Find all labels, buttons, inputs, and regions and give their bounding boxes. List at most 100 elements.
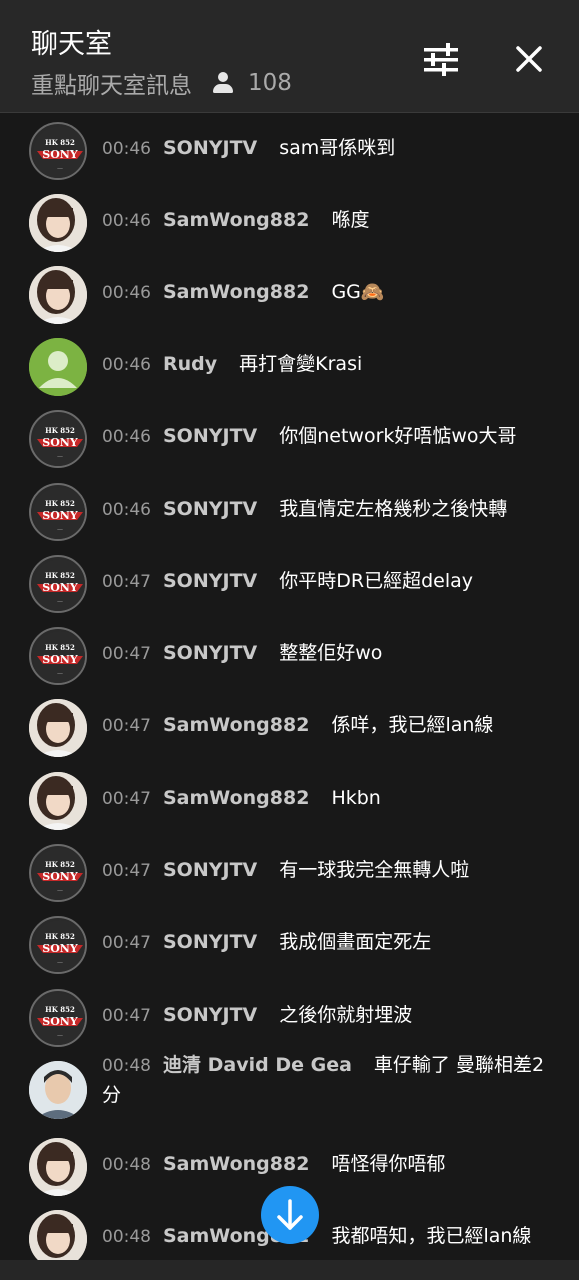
message-text: 係咩，我已經lan線 (331, 714, 494, 736)
message-author[interactable]: 迪清 David De Gea (163, 1054, 352, 1076)
message-time: 00:46 (102, 139, 151, 159)
avatar[interactable]: HK 852 SONY — (29, 844, 87, 902)
message-author[interactable]: SamWong882 (163, 281, 309, 303)
avatar[interactable]: HK 852 SONY — (29, 555, 87, 613)
svg-text:HK 852: HK 852 (45, 426, 75, 435)
message-line: 00:48 SamWong882 唔怪得你唔郁 (102, 1150, 559, 1180)
svg-text:HK 852: HK 852 (45, 1005, 75, 1014)
avatar[interactable] (29, 772, 87, 830)
sony-logo-icon: HK 852SONY — (33, 993, 85, 1045)
message-line: 00:46 SONYJTV sam哥係咪到 (102, 134, 559, 164)
avatar[interactable] (29, 266, 87, 324)
svg-text:—: — (57, 165, 63, 172)
avatar[interactable] (29, 194, 87, 252)
svg-text:—: — (57, 453, 63, 460)
sony-logo-icon: HK 852SONY — (33, 126, 85, 178)
message-author[interactable]: SamWong882 (163, 209, 309, 231)
message-text: 你個network好唔惦wo大哥 (279, 425, 517, 447)
message-author[interactable]: SONYJTV (163, 498, 257, 520)
message-author[interactable]: SONYJTV (163, 1004, 257, 1026)
sony-logo-icon: HK 852SONY — (33, 631, 85, 683)
message-text: GG🙈 (331, 281, 385, 303)
chat-title: 聊天室 (31, 29, 112, 60)
user-photo-icon (29, 266, 87, 324)
message-line: 00:46 SONYJTV 我直情定左格幾秒之後快轉 (102, 495, 559, 525)
user-photo-icon (29, 1138, 87, 1196)
chat-mode-label[interactable]: 重點聊天室訊息 (31, 66, 192, 100)
sony-logo-icon: HK 852SONY — (33, 848, 85, 900)
message-text: 唔怪得你唔郁 (331, 1153, 446, 1175)
avatar[interactable]: HK 852 SONY — (29, 122, 87, 180)
message-author[interactable]: SONYJTV (163, 931, 257, 953)
message-author[interactable]: SONYJTV (163, 425, 257, 447)
svg-text:HK 852: HK 852 (45, 643, 75, 652)
avatar[interactable]: HK 852 SONY — (29, 989, 87, 1047)
message-time: 00:47 (102, 572, 151, 592)
sony-logo-icon: HK 852SONY — (33, 559, 85, 611)
sony-logo-icon: HK 852SONY — (33, 920, 85, 972)
message-author[interactable]: SONYJTV (163, 642, 257, 664)
svg-text:—: — (57, 598, 63, 605)
sony-logo-icon: HK 852SONY — (33, 414, 85, 466)
message-text: 你平時DR已經超delay (279, 570, 473, 592)
svg-text:SONY: SONY (42, 436, 78, 449)
default-avatar-icon (29, 338, 87, 396)
avatar[interactable] (29, 1138, 87, 1196)
message-time: 00:46 (102, 355, 151, 375)
svg-text:—: — (57, 959, 63, 966)
avatar[interactable] (29, 699, 87, 757)
message-time: 00:47 (102, 789, 151, 809)
message-time: 00:47 (102, 861, 151, 881)
svg-text:HK 852: HK 852 (45, 860, 75, 869)
message-text: 我直情定左格幾秒之後快轉 (279, 498, 508, 520)
avatar[interactable]: HK 852 SONY — (29, 627, 87, 685)
chat-mode-subtitle: 重點聊天室訊息 108 (31, 66, 292, 100)
message-text: 我都唔知，我已經lan線 (331, 1225, 532, 1247)
message-author[interactable]: SONYJTV (163, 137, 257, 159)
svg-text:SONY: SONY (42, 581, 78, 594)
close-icon[interactable] (510, 40, 548, 78)
message-text: 整整佢好wo (279, 642, 383, 664)
message-time: 00:47 (102, 644, 151, 664)
tune-icon[interactable] (422, 42, 460, 78)
message-line: 00:48 迪清 David De Gea 車仔輸了 曼聯相差2分 (102, 1051, 559, 1110)
message-author[interactable]: SONYJTV (163, 570, 257, 592)
svg-text:SONY: SONY (42, 1015, 78, 1028)
svg-text:—: — (57, 887, 63, 894)
message-time: 00:48 (102, 1056, 151, 1076)
message-line: 00:47 SONYJTV 我成個畫面定死左 (102, 928, 559, 958)
svg-text:SONY: SONY (42, 870, 78, 883)
bottom-bar (0, 1260, 579, 1280)
avatar[interactable] (29, 1061, 87, 1119)
chat-message-list[interactable]: HK 852 SONY —00:46 SONYJTV sam哥係咪到 00:46 SamWo… (0, 114, 579, 1260)
message-time: 00:46 (102, 500, 151, 520)
message-text: 喺度 (331, 209, 370, 231)
message-line: 00:47 SamWong882 係咩，我已經lan線 (102, 711, 559, 741)
svg-text:SONY: SONY (42, 148, 78, 161)
message-text: Hkbn (331, 787, 381, 809)
scroll-to-bottom-button[interactable] (261, 1186, 319, 1244)
message-line: 00:47 SONYJTV 整整佢好wo (102, 639, 559, 669)
user-photo-icon (29, 194, 87, 252)
avatar[interactable] (29, 338, 87, 396)
message-text: 有一球我完全無轉人啦 (279, 859, 470, 881)
svg-text:—: — (57, 526, 63, 533)
svg-text:HK 852: HK 852 (45, 499, 75, 508)
message-author[interactable]: SamWong882 (163, 1153, 309, 1175)
message-author[interactable]: SONYJTV (163, 859, 257, 881)
svg-text:SONY: SONY (42, 653, 78, 666)
message-time: 00:48 (102, 1227, 151, 1247)
svg-text:—: — (57, 1032, 63, 1039)
message-author[interactable]: Rudy (163, 353, 217, 375)
message-author[interactable]: SamWong882 (163, 714, 309, 736)
avatar[interactable]: HK 852 SONY — (29, 483, 87, 541)
avatar[interactable]: HK 852 SONY — (29, 916, 87, 974)
message-line: 00:48 SamWong882 我都唔知，我已經lan線 (102, 1222, 559, 1252)
avatar[interactable] (29, 1210, 87, 1260)
message-line: 00:47 SamWong882 Hkbn (102, 784, 559, 814)
message-author[interactable]: SamWong882 (163, 787, 309, 809)
chat-header: 聊天室 重點聊天室訊息 108 (0, 0, 579, 113)
message-time: 00:46 (102, 283, 151, 303)
svg-text:HK 852: HK 852 (45, 571, 75, 580)
avatar[interactable]: HK 852 SONY — (29, 410, 87, 468)
